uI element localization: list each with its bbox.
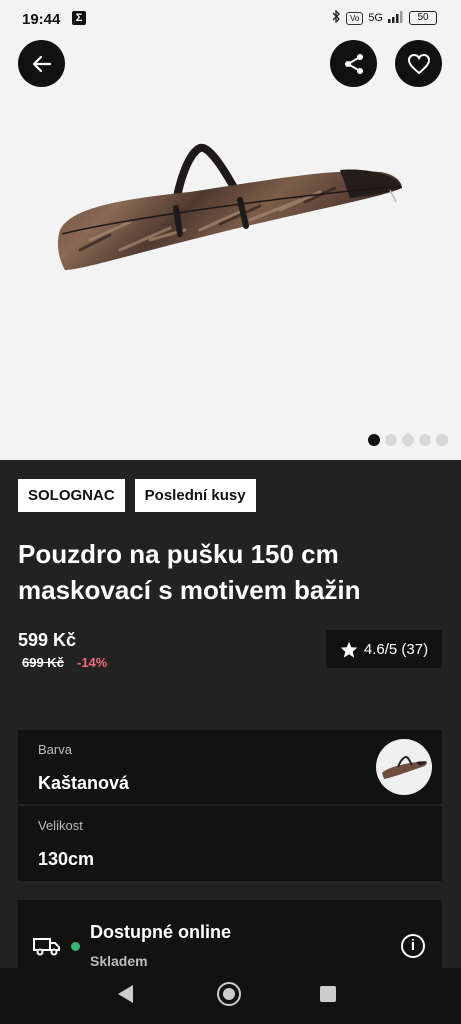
signal-icon (388, 10, 404, 26)
heart-icon (407, 53, 430, 74)
info-icon[interactable]: i (401, 934, 425, 958)
delivery-truck-icon (33, 936, 61, 961)
bluetooth-icon (332, 9, 341, 26)
color-swatch[interactable] (376, 739, 432, 795)
pagination-dot[interactable] (436, 434, 448, 446)
nav-recents-icon[interactable] (320, 986, 336, 1002)
brand-tag[interactable]: SOLOGNAC (18, 479, 125, 512)
network-type: 5G (368, 12, 383, 24)
status-icons: Vo 5G 50 (332, 9, 437, 26)
share-button[interactable] (330, 40, 377, 87)
product-image (57, 143, 402, 270)
nav-home-icon[interactable] (217, 982, 241, 1006)
current-price: 599 Kč (18, 630, 77, 650)
gallery-pagination[interactable] (368, 434, 448, 446)
share-icon (344, 53, 363, 74)
last-pieces-tag: Poslední kusy (134, 479, 256, 512)
availability-title: Dostupné online (90, 922, 231, 942)
size-label: Velikost (38, 818, 83, 833)
battery-icon: 50 (409, 11, 437, 25)
discount-badge: -14% (77, 655, 108, 670)
pagination-dot[interactable] (402, 434, 414, 446)
rating-button[interactable]: 4.6/5 (37) (326, 630, 442, 668)
status-bar: 19:44 Σ Vo 5G 50 (0, 0, 461, 36)
rating-value: 4.6/5 (37) (363, 640, 429, 658)
favorite-button[interactable] (395, 40, 442, 87)
product-gallery[interactable]: 19:44 Σ Vo 5G 50 (0, 0, 461, 460)
back-button[interactable] (18, 40, 65, 87)
availability-subtitle: Skladem (90, 953, 148, 969)
color-label: Barva (38, 742, 72, 757)
star-icon (340, 641, 358, 658)
product-tags: SOLOGNAC Poslední kusy (18, 479, 256, 512)
system-navigation-bar (0, 968, 461, 1024)
old-price: 699 Kč (22, 655, 64, 670)
nav-back-icon[interactable] (118, 985, 133, 1003)
volte-icon: Vo (345, 11, 364, 25)
pagination-dot-active[interactable] (368, 434, 380, 446)
pagination-dot[interactable] (419, 434, 431, 446)
color-value: Kaštanová (38, 773, 130, 793)
product-title: Pouzdro na pušku 150 cm maskovací s moti… (18, 539, 361, 605)
pagination-dot[interactable] (385, 434, 397, 446)
availability-panel[interactable]: Dostupné online Skladem i (18, 900, 442, 970)
size-selector[interactable]: Velikost 130cm (18, 806, 442, 881)
availability-status-dot (71, 942, 80, 951)
arrow-left-icon (32, 55, 51, 72)
size-value: 130cm (38, 849, 95, 869)
status-time: 19:44 (22, 11, 61, 28)
app-notification-icon: Σ (72, 11, 86, 25)
color-selector[interactable]: Barva Kaštanová (18, 730, 442, 804)
